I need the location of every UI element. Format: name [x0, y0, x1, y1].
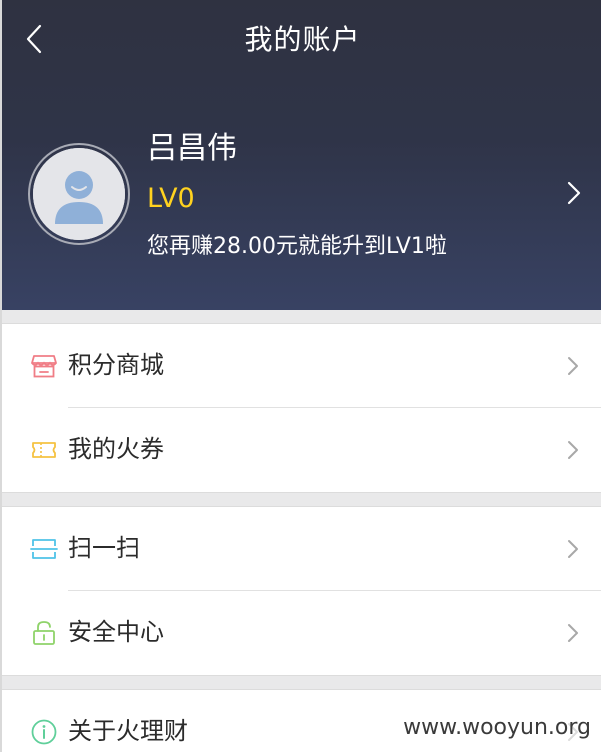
avatar[interactable] [28, 143, 130, 245]
watermark-text: www.wooyun.org [401, 714, 593, 742]
menu-item-label: 扫一扫 [68, 534, 140, 562]
menu-item-security-center[interactable]: 安全中心 [2, 591, 601, 675]
chevron-right-icon [565, 354, 581, 378]
menu-item-scan[interactable]: 扫一扫 [2, 507, 601, 591]
user-name: 吕昌伟 [147, 131, 237, 166]
menu-item-label: 积分商城 [68, 351, 164, 379]
ticket-icon [30, 436, 58, 464]
nav-bar: 我的账户 [2, 0, 601, 80]
user-level-badge: LV0 [147, 183, 195, 214]
account-header: 我的账户 吕昌伟 LV0 您再赚28.00元就能升到LV1啦 [2, 0, 601, 310]
chevron-right-icon [565, 621, 581, 645]
avatar-icon [33, 148, 125, 240]
account-screen: 我的账户 吕昌伟 LV0 您再赚28.00元就能升到LV1啦 积分商城 我的火券… [0, 0, 601, 752]
page-title: 我的账户 [244, 23, 361, 56]
chevron-right-icon [563, 178, 585, 208]
menu-item-label: 我的火券 [68, 435, 164, 463]
chevron-right-icon [565, 438, 581, 462]
store-icon [30, 352, 58, 380]
level-upgrade-hint: 您再赚28.00元就能升到LV1啦 [147, 234, 447, 259]
menu-item-label: 安全中心 [68, 618, 164, 646]
menu-item-points-mall[interactable]: 积分商城 [2, 324, 601, 408]
profile-card[interactable]: 吕昌伟 LV0 您再赚28.00元就能升到LV1啦 [2, 110, 601, 280]
chevron-right-icon [565, 537, 581, 561]
info-icon [30, 718, 58, 746]
menu-item-label: 关于火理财 [68, 717, 188, 745]
scan-icon [30, 535, 58, 563]
menu-item-my-coupons[interactable]: 我的火券 [2, 408, 601, 492]
menu-group-tools: 扫一扫 安全中心 [2, 506, 601, 676]
menu-group-rewards: 积分商城 我的火券 [2, 323, 601, 493]
lock-icon [30, 619, 58, 647]
